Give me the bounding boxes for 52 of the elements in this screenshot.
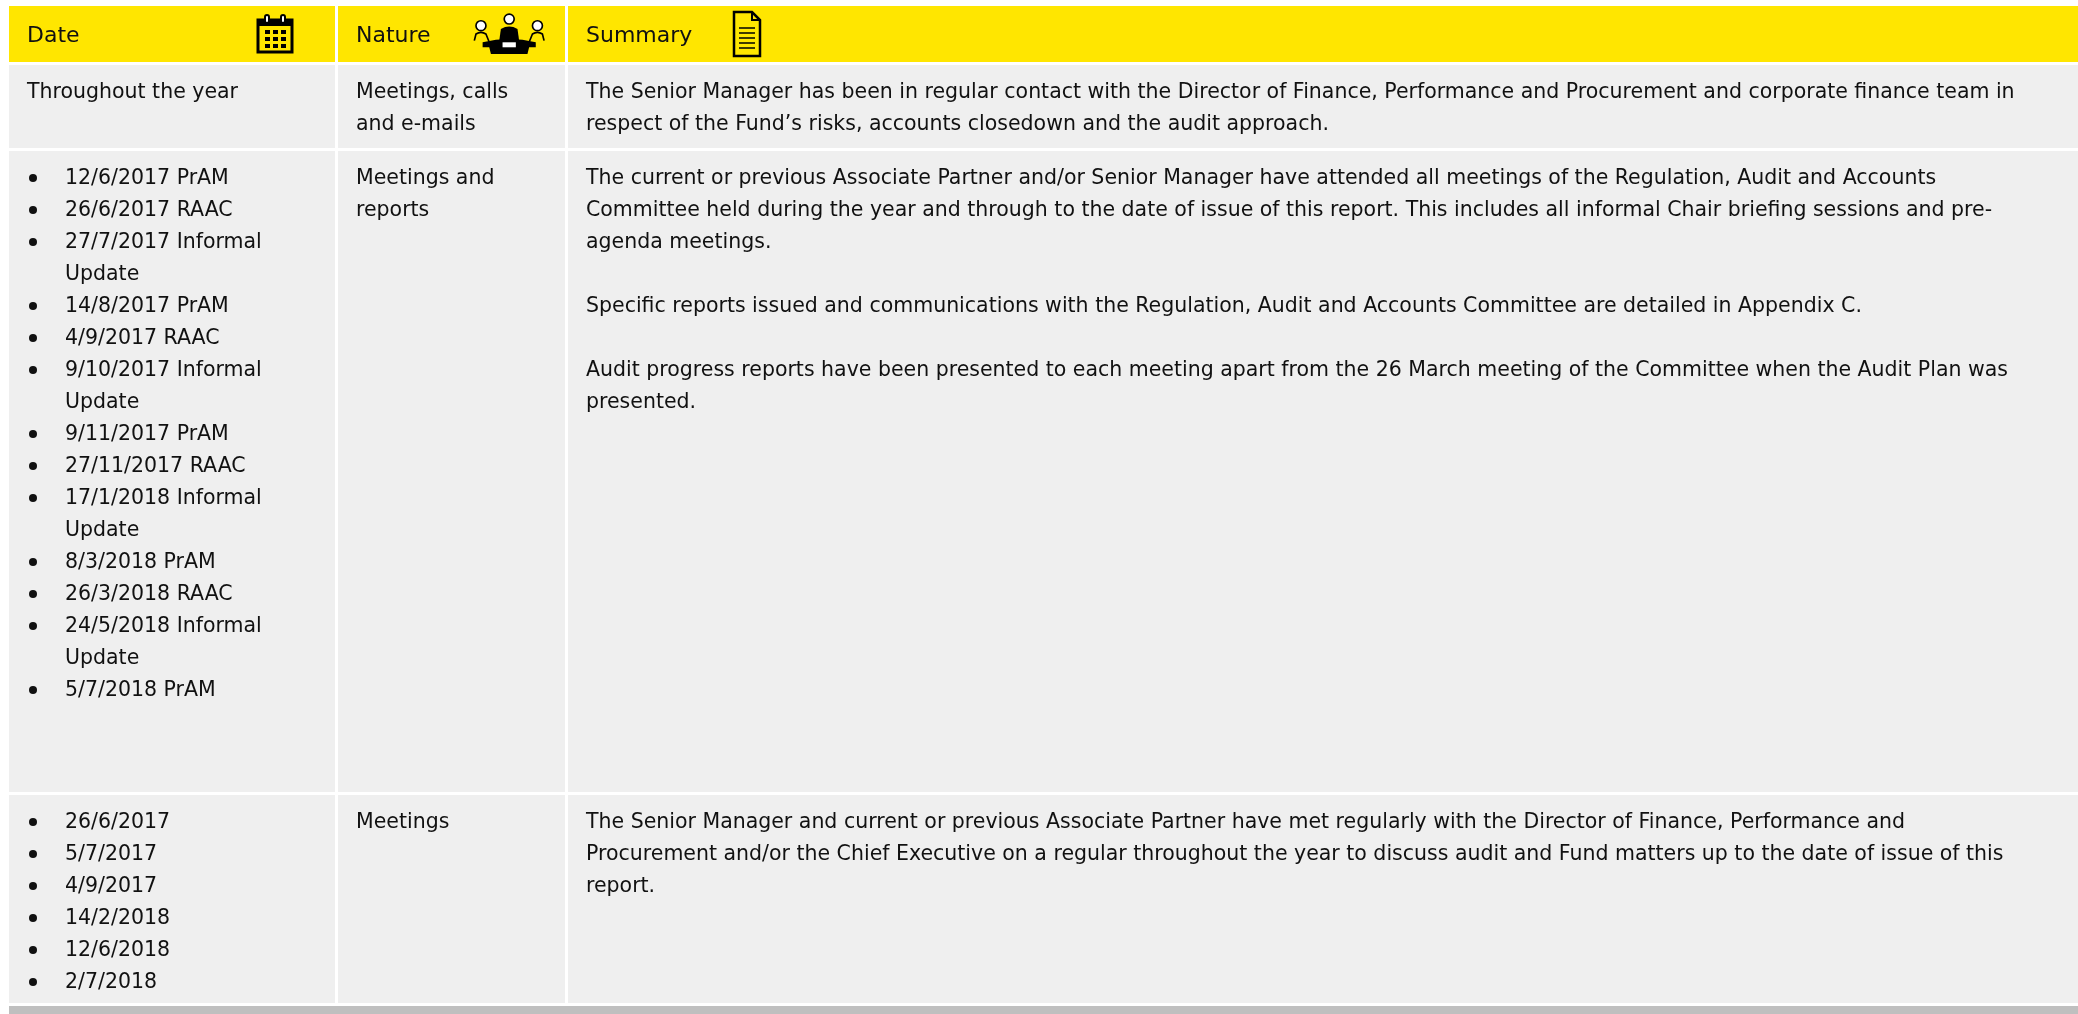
date-item: 14/2/2018 (65, 904, 171, 931)
summary-paragraph: Specific reports issued and communications with the Regulation, Audit and Accounts Committee are detailed in Appendix C. (586, 292, 1863, 319)
date-item: 26/6/2017 RAAC (65, 196, 233, 223)
bullet-icon (29, 462, 37, 470)
date-item: 14/8/2017 PrAM (65, 292, 229, 319)
summary-paragraph: The Senior Manager and current or previous Associate Partner have met regularly with the Director of Finance, Performance and Procurement and/or the Chief Executive on a regular throughout the year to discuss audit and Fund matters up to the date of issue of this report. (586, 808, 2005, 899)
nature-text: Meetings (356, 808, 451, 835)
bullet-icon (29, 238, 37, 246)
bullet-icon (29, 430, 37, 438)
summary-paragraph: The current or previous Associate Partner and/or Senior Manager have attended all meetings of the Regulation, Audit and Accounts Committee held during the year and through to the date of issue of this report. This includes all informal Chair briefing sessions and pre-agenda meetings. (586, 164, 1994, 255)
date-item: 12/6/2018 (65, 936, 171, 963)
nature-text: Meetings, calls and e-mails (356, 78, 510, 137)
date-item: 9/10/2017 Informal Update (65, 356, 263, 415)
bullet-icon (29, 366, 37, 374)
calendar-icon (255, 14, 295, 54)
bullet-icon (29, 946, 37, 954)
date-item: 26/3/2018 RAAC (65, 580, 233, 607)
column-title: Nature (356, 21, 431, 47)
date-item: 5/7/2018 PrAM (65, 676, 216, 703)
bullet-icon (29, 558, 37, 566)
bullet-icon (29, 622, 37, 630)
bullet-icon (29, 850, 37, 858)
summary-paragraph: Audit progress reports have been presented to each meeting apart from the 26 March meeting of the Committee when the Audit Plan was presented. (586, 356, 2009, 415)
bullet-icon (29, 174, 37, 182)
bullet-icon (29, 494, 37, 502)
date-item: 2/7/2018 (65, 968, 158, 995)
date-item: 12/6/2017 PrAM (65, 164, 229, 191)
bullet-icon (29, 882, 37, 890)
date-item: 24/5/2018 Informal Update (65, 612, 263, 671)
bullet-icon (29, 590, 37, 598)
date-item: 4/9/2017 RAAC (65, 324, 220, 351)
nature-text: Meetings and reports (356, 164, 496, 223)
date-item: 27/7/2017 Informal Update (65, 228, 263, 287)
bullet-icon (29, 686, 37, 694)
date-item: 17/1/2018 Informal Update (65, 484, 263, 543)
bullet-icon (29, 206, 37, 214)
summary-paragraph: The Senior Manager has been in regular contact with the Director of Finance, Performance and Procurement and corporate finance team in respect of the Fund’s risks, accounts closedown and the audit approach. (586, 78, 2016, 137)
document-icon (732, 10, 763, 58)
date-item: 27/11/2017 RAAC (65, 452, 246, 479)
bullet-icon (29, 818, 37, 826)
date-text: Throughout the year (27, 78, 240, 105)
column-title: Summary (586, 21, 693, 47)
date-item: 26/6/2017 (65, 808, 171, 835)
bullet-icon (29, 978, 37, 986)
bullet-icon (29, 334, 37, 342)
date-item: 9/11/2017 PrAM (65, 420, 229, 447)
column-title: Date (27, 21, 80, 47)
bullet-icon (29, 302, 37, 310)
date-item: 8/3/2018 PrAM (65, 548, 216, 575)
bullet-icon (29, 914, 37, 922)
date-item: 5/7/2017 (65, 840, 158, 867)
date-item: 4/9/2017 (65, 872, 158, 899)
